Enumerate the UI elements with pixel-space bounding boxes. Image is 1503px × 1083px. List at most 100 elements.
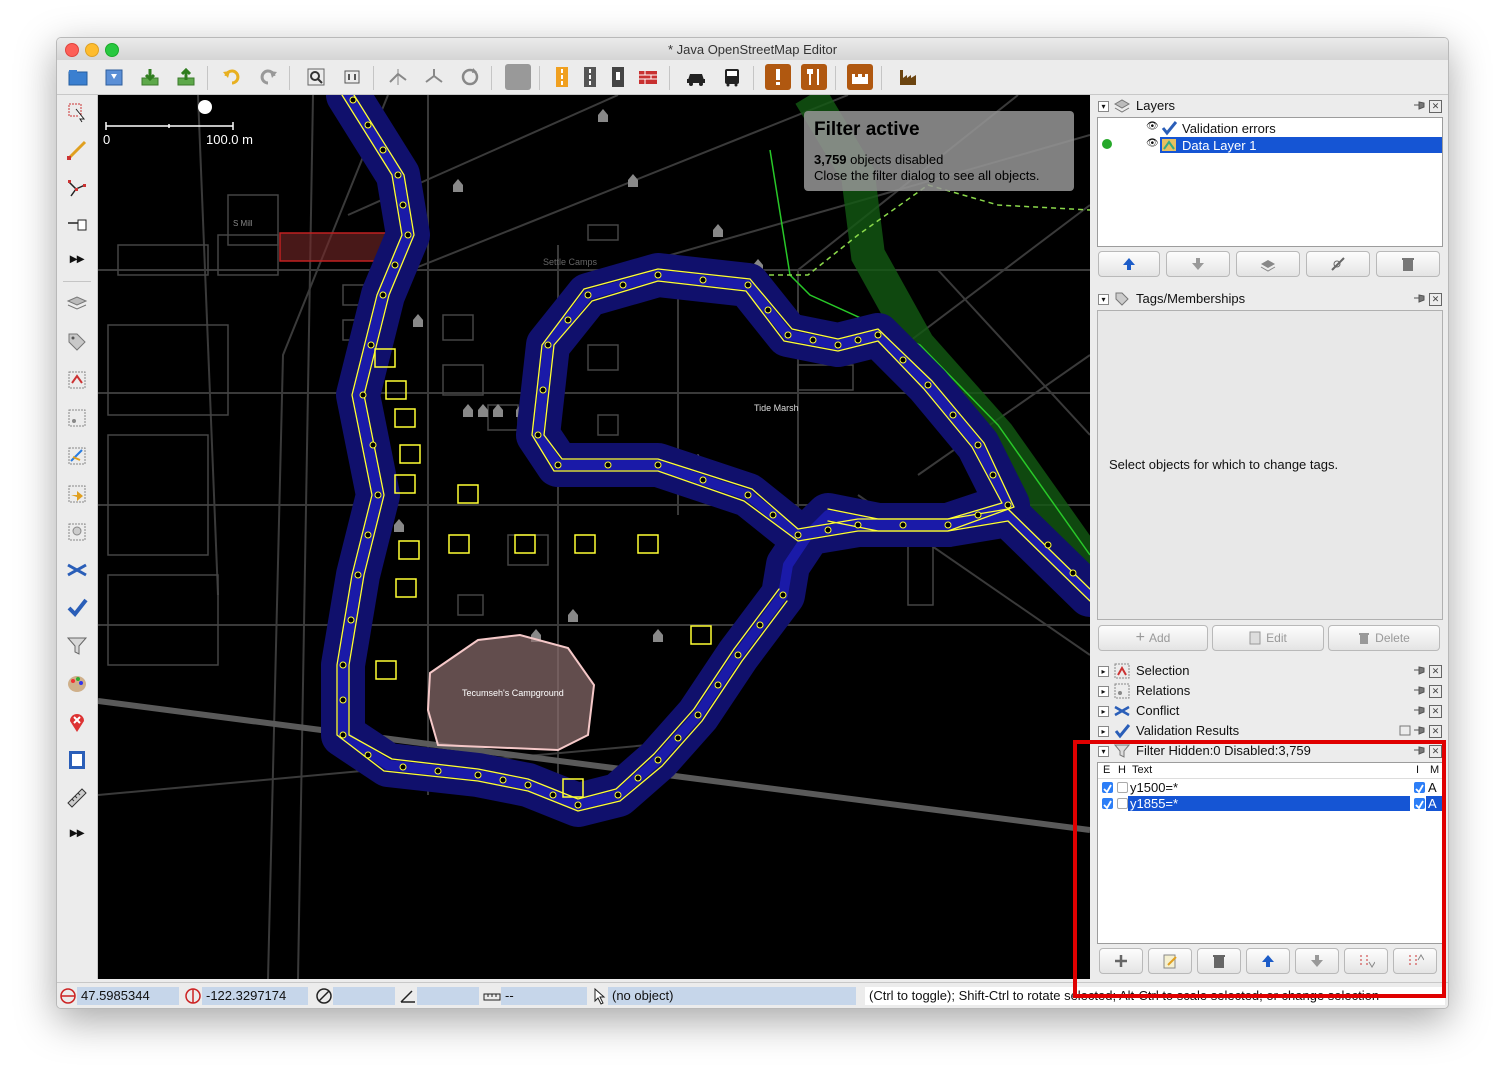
longitude-icon	[185, 988, 201, 1004]
more-toggles-icon[interactable]: ▸▸	[64, 819, 90, 845]
tags-toggle-icon[interactable]	[64, 329, 90, 355]
relations-list-icon[interactable]	[64, 405, 90, 431]
car-preset-icon[interactable]	[683, 64, 709, 90]
pin-icon[interactable]	[1413, 705, 1426, 716]
relations-icon	[1114, 683, 1130, 699]
pin-icon[interactable]	[1413, 665, 1426, 676]
heading-icon	[316, 988, 332, 1004]
pin-icon[interactable]	[1399, 725, 1412, 736]
latitude-icon	[60, 988, 76, 1004]
close-panel-icon[interactable]: ✕	[1429, 665, 1442, 678]
move-down-button[interactable]	[1166, 251, 1230, 277]
left-toolbar: ▸▸ ▸▸	[57, 95, 98, 979]
more-modes-icon[interactable]: ▸▸	[64, 245, 90, 271]
author-list-icon[interactable]	[64, 519, 90, 545]
grey-preset-icon[interactable]	[505, 64, 531, 90]
conflict-icon[interactable]	[64, 557, 90, 583]
layers-panel-header[interactable]: ▾ Layers ✕	[1096, 97, 1444, 115]
measurement-icon[interactable]	[64, 785, 90, 811]
castle-preset-icon[interactable]	[847, 64, 873, 90]
visibility-eye-icon[interactable]: 👁	[1146, 138, 1159, 149]
close-panel-icon[interactable]: ✕	[1429, 725, 1442, 738]
hazard-preset-icon[interactable]	[765, 64, 791, 90]
upload-icon[interactable]	[173, 64, 199, 90]
filter-highlight-box	[1073, 740, 1446, 998]
validator-icon[interactable]	[64, 595, 90, 621]
main-toolbar	[57, 60, 1448, 95]
pin-icon[interactable]	[1413, 100, 1426, 111]
close-panel-icon[interactable]: ✕	[1429, 705, 1442, 718]
selection-title: Selection	[1136, 663, 1190, 678]
industrial-preset-icon[interactable]	[895, 64, 921, 90]
rail-preset-icon[interactable]	[605, 64, 631, 90]
relations-panel-header[interactable]: ▸ Relations ✕	[1096, 682, 1444, 700]
layer-name: Data Layer 1	[1182, 138, 1257, 153]
tags-panel-header[interactable]: ▾ Tags/Memberships ✕	[1096, 290, 1444, 308]
scale-start-label: 0	[103, 132, 110, 147]
selection-list-icon[interactable]	[64, 367, 90, 393]
toggle-visibility-button[interactable]	[1306, 251, 1370, 277]
window-title: * Java OpenStreetMap Editor	[667, 42, 838, 57]
layers-toggle-icon[interactable]	[64, 291, 90, 317]
distance-field: --	[501, 987, 587, 1005]
expand-toggle-icon[interactable]: ▸	[1098, 706, 1109, 717]
refresh-icon[interactable]	[457, 64, 483, 90]
combine-way-icon[interactable]	[421, 64, 447, 90]
latitude-field: 47.5985344	[77, 987, 179, 1005]
road-preset-icon[interactable]	[577, 64, 603, 90]
expand-toggle-icon[interactable]: ▸	[1098, 686, 1109, 697]
object-field: (no object)	[608, 987, 856, 1005]
move-up-button[interactable]	[1098, 251, 1160, 277]
minimap-icon[interactable]	[64, 747, 90, 773]
collapse-toggle-icon[interactable]: ▾	[1098, 101, 1109, 112]
undo-icon[interactable]	[219, 64, 245, 90]
pin-icon[interactable]	[1413, 725, 1426, 736]
split-way-icon[interactable]	[385, 64, 411, 90]
layer-row-data-layer[interactable]: 👁 Data Layer 1	[1098, 137, 1442, 153]
improve-way-icon[interactable]	[64, 175, 90, 201]
layers-icon	[1114, 99, 1130, 113]
draw-mode-icon[interactable]	[64, 137, 90, 163]
filter-icon[interactable]	[64, 633, 90, 659]
layers-list[interactable]: 👁 Validation errors 👁 Data Layer 1	[1097, 117, 1443, 247]
tags-empty-area: Select objects for which to change tags.	[1097, 310, 1443, 620]
expand-toggle-icon[interactable]: ▸	[1098, 666, 1109, 677]
parallel-mode-icon[interactable]	[64, 211, 90, 237]
pin-icon[interactable]	[1413, 685, 1426, 696]
edit-tag-button[interactable]: Edit	[1212, 625, 1324, 651]
map-view[interactable]: 0 100.0 m Tide Marsh Tecumseh's Campgrou…	[98, 95, 1090, 979]
commands-list-icon[interactable]	[64, 443, 90, 469]
delete-layer-button[interactable]	[1376, 251, 1440, 277]
wall-preset-icon[interactable]	[635, 64, 661, 90]
map-paint-styles-icon[interactable]	[64, 671, 90, 697]
add-tag-button[interactable]: + Add	[1098, 625, 1208, 651]
history-icon[interactable]	[64, 481, 90, 507]
zoom-to-data-icon[interactable]	[303, 64, 329, 90]
selection-panel-header[interactable]: ▸ Selection ✕	[1096, 662, 1444, 680]
restaurant-preset-icon[interactable]	[801, 64, 827, 90]
collapse-toggle-icon[interactable]: ▾	[1098, 294, 1109, 305]
close-panel-icon[interactable]: ✕	[1429, 100, 1442, 113]
notes-icon[interactable]	[64, 709, 90, 735]
close-panel-icon[interactable]: ✕	[1429, 293, 1442, 306]
validation-panel-header[interactable]: ▸ Validation Results ✕	[1096, 722, 1444, 740]
close-panel-icon[interactable]: ✕	[1429, 685, 1442, 698]
preferences-icon[interactable]	[339, 64, 365, 90]
highway-preset-icon[interactable]	[549, 64, 575, 90]
expand-toggle-icon[interactable]: ▸	[1098, 726, 1109, 737]
save-icon[interactable]	[101, 64, 127, 90]
conflict-panel-header[interactable]: ▸ Conflict ✕	[1096, 702, 1444, 720]
pin-icon[interactable]	[1413, 293, 1426, 304]
redo-icon[interactable]	[255, 64, 281, 90]
validation-title: Validation Results	[1136, 723, 1240, 738]
map-canvas[interactable]: 0 100.0 m Tide Marsh Tecumseh's Campgrou…	[98, 95, 1090, 979]
visibility-eye-icon[interactable]: 👁	[1146, 121, 1159, 132]
merge-layer-button[interactable]	[1236, 251, 1300, 277]
download-icon[interactable]	[137, 64, 163, 90]
open-file-icon[interactable]	[65, 64, 91, 90]
tags-title: Tags/Memberships	[1136, 291, 1246, 306]
bus-preset-icon[interactable]	[719, 64, 745, 90]
layer-row-validation[interactable]: 👁 Validation errors	[1098, 120, 1442, 136]
delete-tag-button[interactable]: Delete	[1328, 625, 1440, 651]
select-mode-icon[interactable]	[64, 99, 90, 125]
